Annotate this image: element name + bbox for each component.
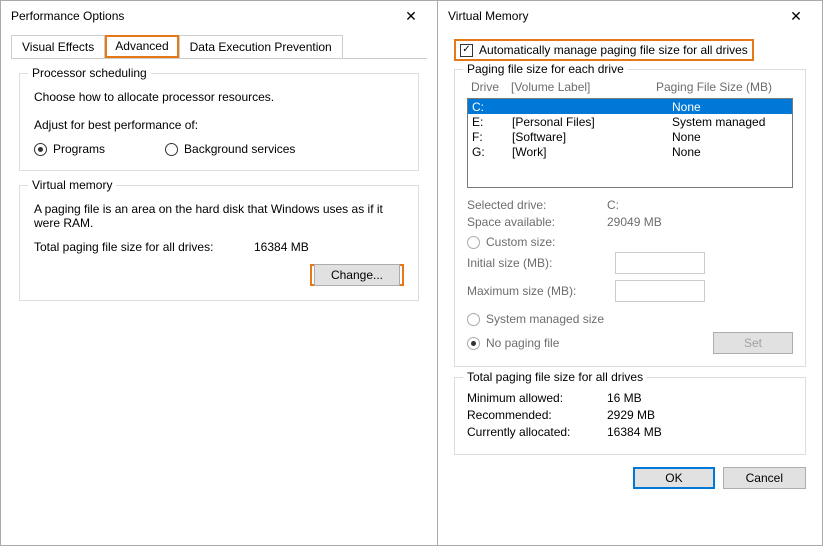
virtual-memory-group: Virtual memory A paging file is an area … — [19, 185, 419, 301]
proc-desc: Choose how to allocate processor resourc… — [34, 90, 404, 104]
virtual-memory-window: Virtual Memory ✕ ✓ Automatically manage … — [437, 0, 823, 546]
space-available-label: Space available: — [467, 215, 607, 229]
drive-label: [Personal Files] — [512, 115, 672, 129]
drive-label: [Software] — [512, 130, 672, 144]
close-icon[interactable]: ✕ — [776, 2, 816, 30]
recommended-value: 2929 MB — [607, 408, 655, 422]
space-available-value: 29049 MB — [607, 215, 662, 229]
tab-advanced[interactable]: Advanced — [105, 35, 178, 58]
auto-manage-label: Automatically manage paging file size fo… — [479, 43, 748, 57]
performance-options-window: Performance Options ✕ Visual Effects Adv… — [0, 0, 438, 546]
close-icon[interactable]: ✕ — [391, 2, 431, 30]
custom-size-label: Custom size: — [486, 235, 555, 249]
total-pagefile-value: 16384 MB — [254, 240, 309, 254]
window-title-perf: Performance Options — [11, 9, 124, 23]
set-button[interactable]: Set — [713, 332, 793, 354]
titlebar-vm: Virtual Memory ✕ — [438, 1, 822, 31]
total-pagefile-label: Total paging file size for all drives: — [34, 240, 254, 254]
drive-pagefile-size: None — [672, 145, 701, 159]
radio-icon — [165, 143, 178, 156]
maximum-size-label: Maximum size (MB): — [467, 284, 607, 298]
drive-header-drive: Drive — [471, 80, 511, 94]
min-allowed-label: Minimum allowed: — [467, 391, 607, 405]
vm-desc: A paging file is an area on the hard dis… — [34, 202, 404, 230]
processor-scheduling-group: Processor scheduling Choose how to alloc… — [19, 73, 419, 171]
drive-header-size: Paging File Size (MB) — [656, 80, 772, 94]
group-title-pagefile: Paging file size for each drive — [463, 62, 628, 76]
ok-button[interactable]: OK — [633, 467, 714, 489]
tab-dep[interactable]: Data Execution Prevention — [179, 35, 343, 58]
checkbox-icon: ✓ — [460, 44, 473, 57]
auto-manage-checkbox[interactable]: ✓ Automatically manage paging file size … — [460, 43, 748, 57]
tab-visual-effects[interactable]: Visual Effects — [11, 35, 105, 58]
drive-pagefile-size: System managed — [672, 115, 765, 129]
min-allowed-value: 16 MB — [607, 391, 642, 405]
drive-row[interactable]: E:[Personal Files]System managed — [468, 114, 792, 129]
selected-drive-label: Selected drive: — [467, 198, 607, 212]
group-title-proc: Processor scheduling — [28, 66, 151, 80]
maximum-size-input[interactable] — [615, 280, 705, 302]
total-pagefile-group: Total paging file size for all drives Mi… — [454, 377, 806, 455]
drive-pagefile-size: None — [672, 100, 701, 114]
currently-allocated-label: Currently allocated: — [467, 425, 607, 439]
currently-allocated-value: 16384 MB — [607, 425, 662, 439]
selected-drive-value: C: — [607, 198, 619, 212]
drive-row[interactable]: C: None — [468, 99, 792, 114]
recommended-label: Recommended: — [467, 408, 607, 422]
radio-programs-label: Programs — [53, 142, 105, 156]
system-managed-label: System managed size — [486, 312, 604, 326]
radio-custom-size[interactable]: Custom size: — [467, 235, 793, 249]
initial-size-input[interactable] — [615, 252, 705, 274]
change-button[interactable]: Change... — [314, 264, 400, 286]
radio-bg-label: Background services — [184, 142, 295, 156]
window-title-vm: Virtual Memory — [448, 9, 528, 23]
radio-system-managed[interactable]: System managed size — [467, 312, 793, 326]
drive-letter: E: — [472, 115, 512, 129]
drive-label: [Work] — [512, 145, 672, 159]
cancel-button[interactable]: Cancel — [723, 467, 806, 489]
drive-row[interactable]: G:[Work]None — [468, 144, 792, 159]
drive-pagefile-size: None — [672, 130, 701, 144]
group-title-vm: Virtual memory — [28, 178, 116, 192]
radio-no-paging-file[interactable]: No paging file — [467, 336, 713, 350]
radio-icon — [467, 337, 480, 350]
titlebar-perf: Performance Options ✕ — [1, 1, 437, 31]
drive-header-label: [Volume Label] — [511, 80, 656, 94]
initial-size-label: Initial size (MB): — [467, 256, 607, 270]
drive-letter: F: — [472, 130, 512, 144]
radio-background-services[interactable]: Background services — [165, 142, 295, 156]
radio-icon — [467, 313, 480, 326]
paging-file-group: Paging file size for each drive Drive [V… — [454, 69, 806, 367]
drive-letter: C: — [472, 100, 512, 114]
radio-icon — [467, 236, 480, 249]
tabs-row: Visual Effects Advanced Data Execution P… — [1, 31, 437, 58]
radio-icon — [34, 143, 47, 156]
drive-letter: G: — [472, 145, 512, 159]
drive-row[interactable]: F:[Software]None — [468, 129, 792, 144]
radio-programs[interactable]: Programs — [34, 142, 105, 156]
adjust-label: Adjust for best performance of: — [34, 118, 404, 132]
no-paging-file-label: No paging file — [486, 336, 559, 350]
drive-list[interactable]: C:NoneE:[Personal Files]System managedF:… — [467, 98, 793, 188]
group-title-total: Total paging file size for all drives — [463, 370, 647, 384]
